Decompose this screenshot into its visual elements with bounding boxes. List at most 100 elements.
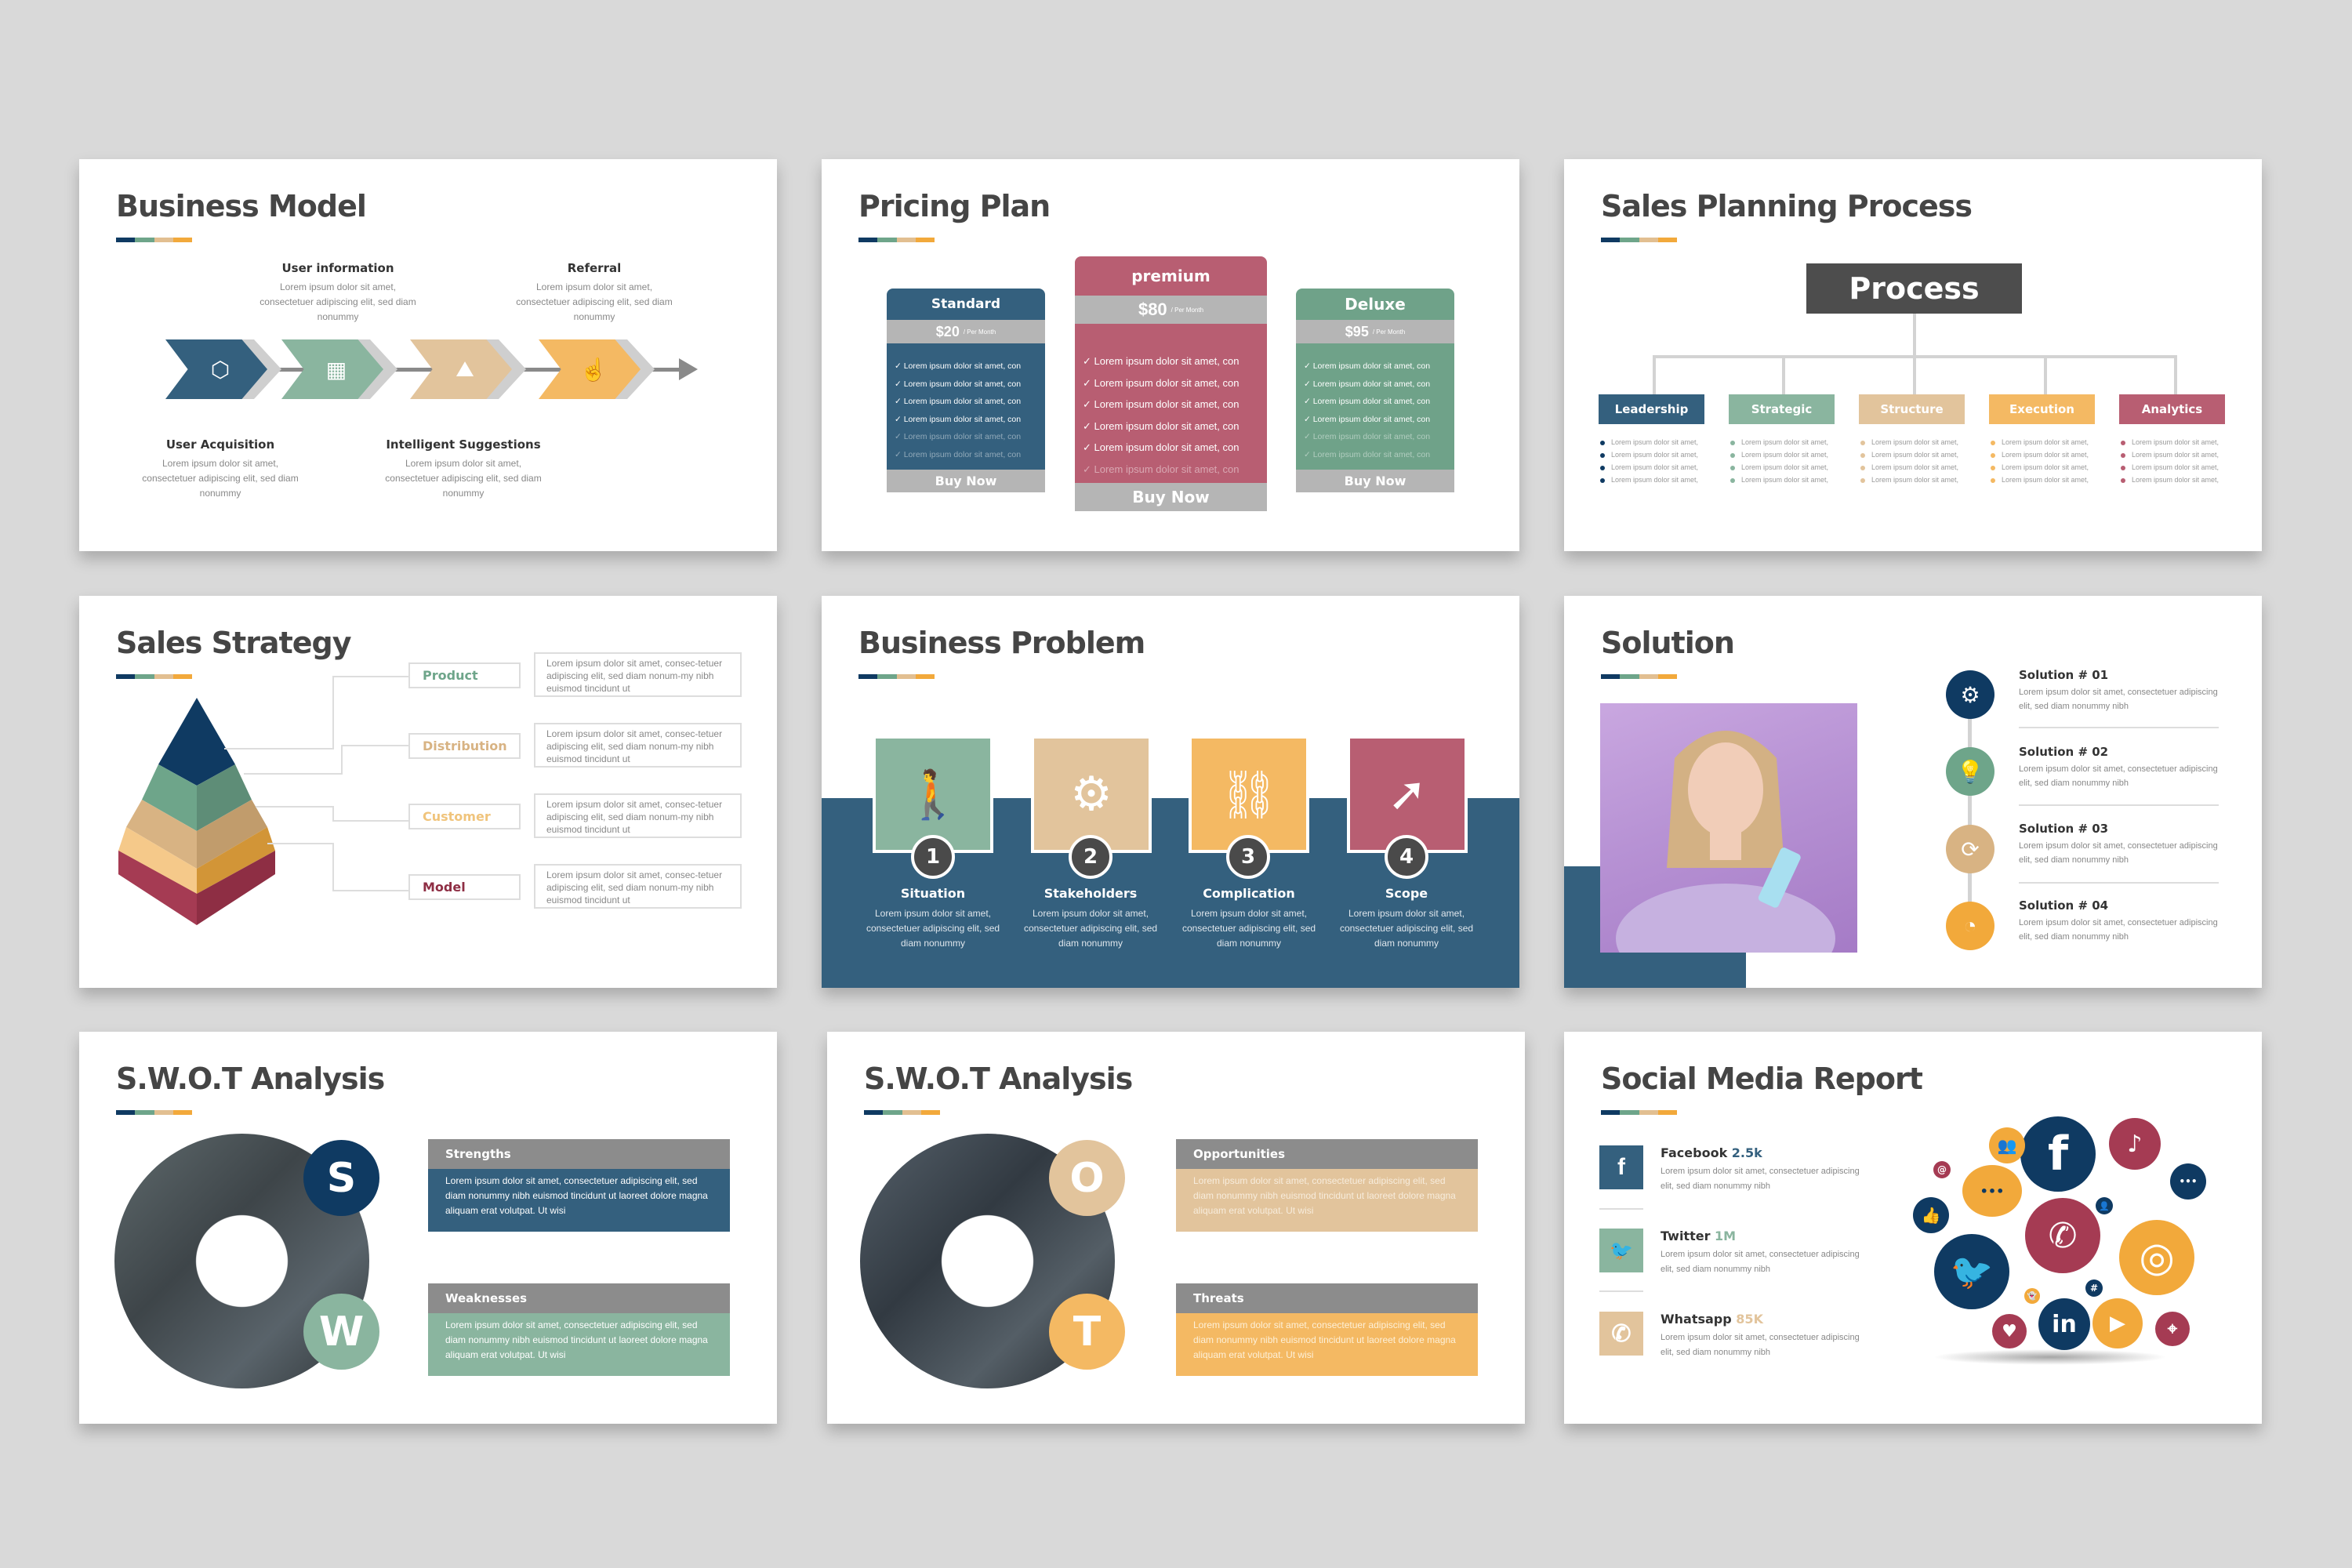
list-item: Lorem ipsum dolor sit amet, xyxy=(1860,474,1970,486)
swot-text: Lorem ipsum dolor sit amet, consectetuer… xyxy=(1176,1169,1478,1232)
slide-business-problem[interactable]: Business Problem 🚶 ⚙ ⛓ ➚ 1 2 3 4 Situati… xyxy=(822,596,1519,988)
buy-now-button[interactable]: Buy Now xyxy=(1075,483,1267,511)
solution-heading: Solution # 02 xyxy=(2019,745,2109,759)
slide-title: Business Problem xyxy=(858,626,1145,660)
swot-heading: Weaknesses xyxy=(428,1283,730,1313)
plan-price: $95/ Per Month xyxy=(1296,320,1454,343)
channel-value: 85K xyxy=(1736,1312,1763,1327)
divider xyxy=(1599,1290,1643,1292)
list-item: Lorem ipsum dolor sit amet, xyxy=(2121,436,2230,448)
swot-text: Lorem ipsum dolor sit amet, consectetuer… xyxy=(428,1169,730,1232)
slide-swot-opportunities-threats[interactable]: S.W.O.T Analysis O T Opportunities Lorem… xyxy=(827,1032,1525,1424)
broken-gear-icon: ⚙ xyxy=(1070,768,1112,820)
feature-item: Lorem ipsum dolor sit amet, con xyxy=(1083,437,1259,459)
mountain-flag-icon: ⛰ xyxy=(456,356,474,381)
process-root-box: Process xyxy=(1806,263,2022,314)
slide-title: S.W.O.T Analysis xyxy=(864,1062,1133,1096)
connector xyxy=(224,676,334,750)
branch-list: Lorem ipsum dolor sit amet, Lorem ipsum … xyxy=(1730,436,1840,486)
tiktok-icon: ♪ xyxy=(2109,1118,2161,1170)
branch-strategic: Strategic xyxy=(1729,394,1835,424)
divider xyxy=(1599,1208,1643,1210)
title-accent-bar xyxy=(858,674,935,679)
photo-thinking-woman xyxy=(1600,703,1857,953)
feature-item: Lorem ipsum dolor sit amet, con xyxy=(1304,446,1446,464)
strategy-desc: Lorem ipsum dolor sit amet, consec-tetue… xyxy=(534,723,742,768)
list-item: Lorem ipsum dolor sit amet, xyxy=(2121,461,2230,474)
title-accent-bar xyxy=(1601,674,1677,679)
connector xyxy=(2174,355,2177,394)
connector xyxy=(256,806,334,822)
step-referral: Referral Lorem ipsum dolor sit amet, con… xyxy=(516,261,673,325)
feature-item: Lorem ipsum dolor sit amet, con xyxy=(895,411,1037,429)
channel-name: Twitter xyxy=(1661,1229,1711,1243)
slide-social-media-report[interactable]: Social Media Report f Facebook 2.5k Lore… xyxy=(1564,1032,2262,1424)
problem-text: Lorem ipsum dolor sit amet, consectetuer… xyxy=(1181,908,1316,949)
list-item: Lorem ipsum dolor sit amet, xyxy=(1600,474,1710,486)
slide-sales-planning-process[interactable]: Sales Planning Process Process Leadershi… xyxy=(1564,159,2262,551)
slide-title: Social Media Report xyxy=(1601,1062,1923,1096)
strategy-label-model: Model xyxy=(408,874,521,900)
chart-donut-icon: ◔ xyxy=(1946,902,1994,950)
step-user-acquisition: User Acquisition Lorem ipsum dolor sit a… xyxy=(142,437,299,501)
list-item: Lorem ipsum dolor sit amet, xyxy=(1600,436,1710,448)
broken-arrow-icon: ➚ xyxy=(1387,768,1428,820)
feature-item: Lorem ipsum dolor sit amet, con xyxy=(1304,376,1446,394)
slide-pricing-plan[interactable]: Pricing Plan Standard $20/ Per Month Lor… xyxy=(822,159,1519,551)
branch-list: Lorem ipsum dolor sit amet, Lorem ipsum … xyxy=(1860,436,1970,486)
strategy-desc: Lorem ipsum dolor sit amet, consec-tetue… xyxy=(534,652,742,697)
step-text: Lorem ipsum dolor sit amet, consectetuer… xyxy=(385,458,542,499)
feature-list: Lorem ipsum dolor sit amet, con Lorem ip… xyxy=(887,343,1045,470)
list-item: Lorem ipsum dolor sit amet, xyxy=(1991,461,2100,474)
touch-hand-icon: ☝ xyxy=(579,357,608,382)
channel-heading: Twitter 1M xyxy=(1661,1229,1736,1243)
channel-heading: Facebook 2.5k xyxy=(1661,1145,1762,1160)
feature-item: Lorem ipsum dolor sit amet, con xyxy=(895,358,1037,376)
connector xyxy=(267,843,334,891)
step-heading: Intelligent Suggestions xyxy=(386,437,541,452)
problem-heading: Complication xyxy=(1203,886,1295,901)
swot-box-strengths: Strengths Lorem ipsum dolor sit amet, co… xyxy=(428,1139,730,1232)
whatsapp-icon: ✆ xyxy=(1599,1312,1643,1356)
slide-business-model[interactable]: Business Model User information Lorem ip… xyxy=(79,159,777,551)
plan-card-standard: Standard $20/ Per Month Lorem ipsum dolo… xyxy=(887,289,1045,492)
title-accent-bar xyxy=(116,674,192,679)
feature-list: Lorem ipsum dolor sit amet, con Lorem ip… xyxy=(1075,324,1267,483)
strategy-label-customer: Customer xyxy=(408,804,521,829)
plan-price: $80 / Per Month xyxy=(1075,296,1267,324)
user-icon: 👤 xyxy=(2096,1197,2113,1214)
feature-item: Lorem ipsum dolor sit amet, con xyxy=(1083,350,1259,372)
connector xyxy=(1913,314,1916,357)
title-accent-bar xyxy=(116,238,192,242)
swot-heading: Strengths xyxy=(428,1139,730,1169)
plan-name: Deluxe xyxy=(1296,289,1454,320)
branch-list: Lorem ipsum dolor sit amet, Lorem ipsum … xyxy=(1991,436,2100,486)
slide-sales-strategy[interactable]: Sales Strategy Product Lorem ipsum dolor… xyxy=(79,596,777,988)
tired-person-icon: 🚶 xyxy=(903,768,963,821)
solution-heading: Solution # 03 xyxy=(2019,822,2109,836)
list-item: Lorem ipsum dolor sit amet, xyxy=(1860,461,1970,474)
buy-now-button[interactable]: Buy Now xyxy=(1296,470,1454,492)
step-heading: Referral xyxy=(567,261,622,275)
swot-box-threats: Threats Lorem ipsum dolor sit amet, cons… xyxy=(1176,1283,1478,1376)
gear-wrench-icon: ⚙ xyxy=(1946,670,1994,719)
plan-card-premium: premium $80 / Per Month Lorem ipsum dolor… xyxy=(1075,256,1267,511)
slide-solution[interactable]: Solution ⚙ 💡 ⟳ ◔ Solution # 01 Lorem ips… xyxy=(1564,596,2262,988)
slide-title: Sales Planning Process xyxy=(1601,189,1973,223)
feature-item: Lorem ipsum dolor sit amet, con xyxy=(1083,459,1259,481)
at-sign-icon: @ xyxy=(1933,1161,1951,1178)
buy-now-button[interactable]: Buy Now xyxy=(887,470,1045,492)
list-item: Lorem ipsum dolor sit amet, xyxy=(1991,448,2100,461)
swot-letter-t: T xyxy=(1049,1294,1125,1370)
play-icon: ▶ xyxy=(2092,1298,2143,1348)
slide-swot-strengths-weaknesses[interactable]: S.W.O.T Analysis S W Strengths Lorem ips… xyxy=(79,1032,777,1424)
step-intelligent-suggestions: Intelligent Suggestions Lorem ipsum dolo… xyxy=(385,437,542,501)
solution-text: Lorem ipsum dolor sit amet, consectetuer… xyxy=(2019,841,2218,865)
plan-name: premium xyxy=(1075,256,1267,296)
slide-title: Sales Strategy xyxy=(116,626,351,660)
connector xyxy=(343,745,408,746)
slide-title: Solution xyxy=(1601,626,1735,660)
hashtag-icon: # xyxy=(2085,1279,2103,1297)
list-item: Lorem ipsum dolor sit amet, xyxy=(1860,436,1970,448)
problem-text: Lorem ipsum dolor sit amet, consectetuer… xyxy=(866,908,1000,949)
